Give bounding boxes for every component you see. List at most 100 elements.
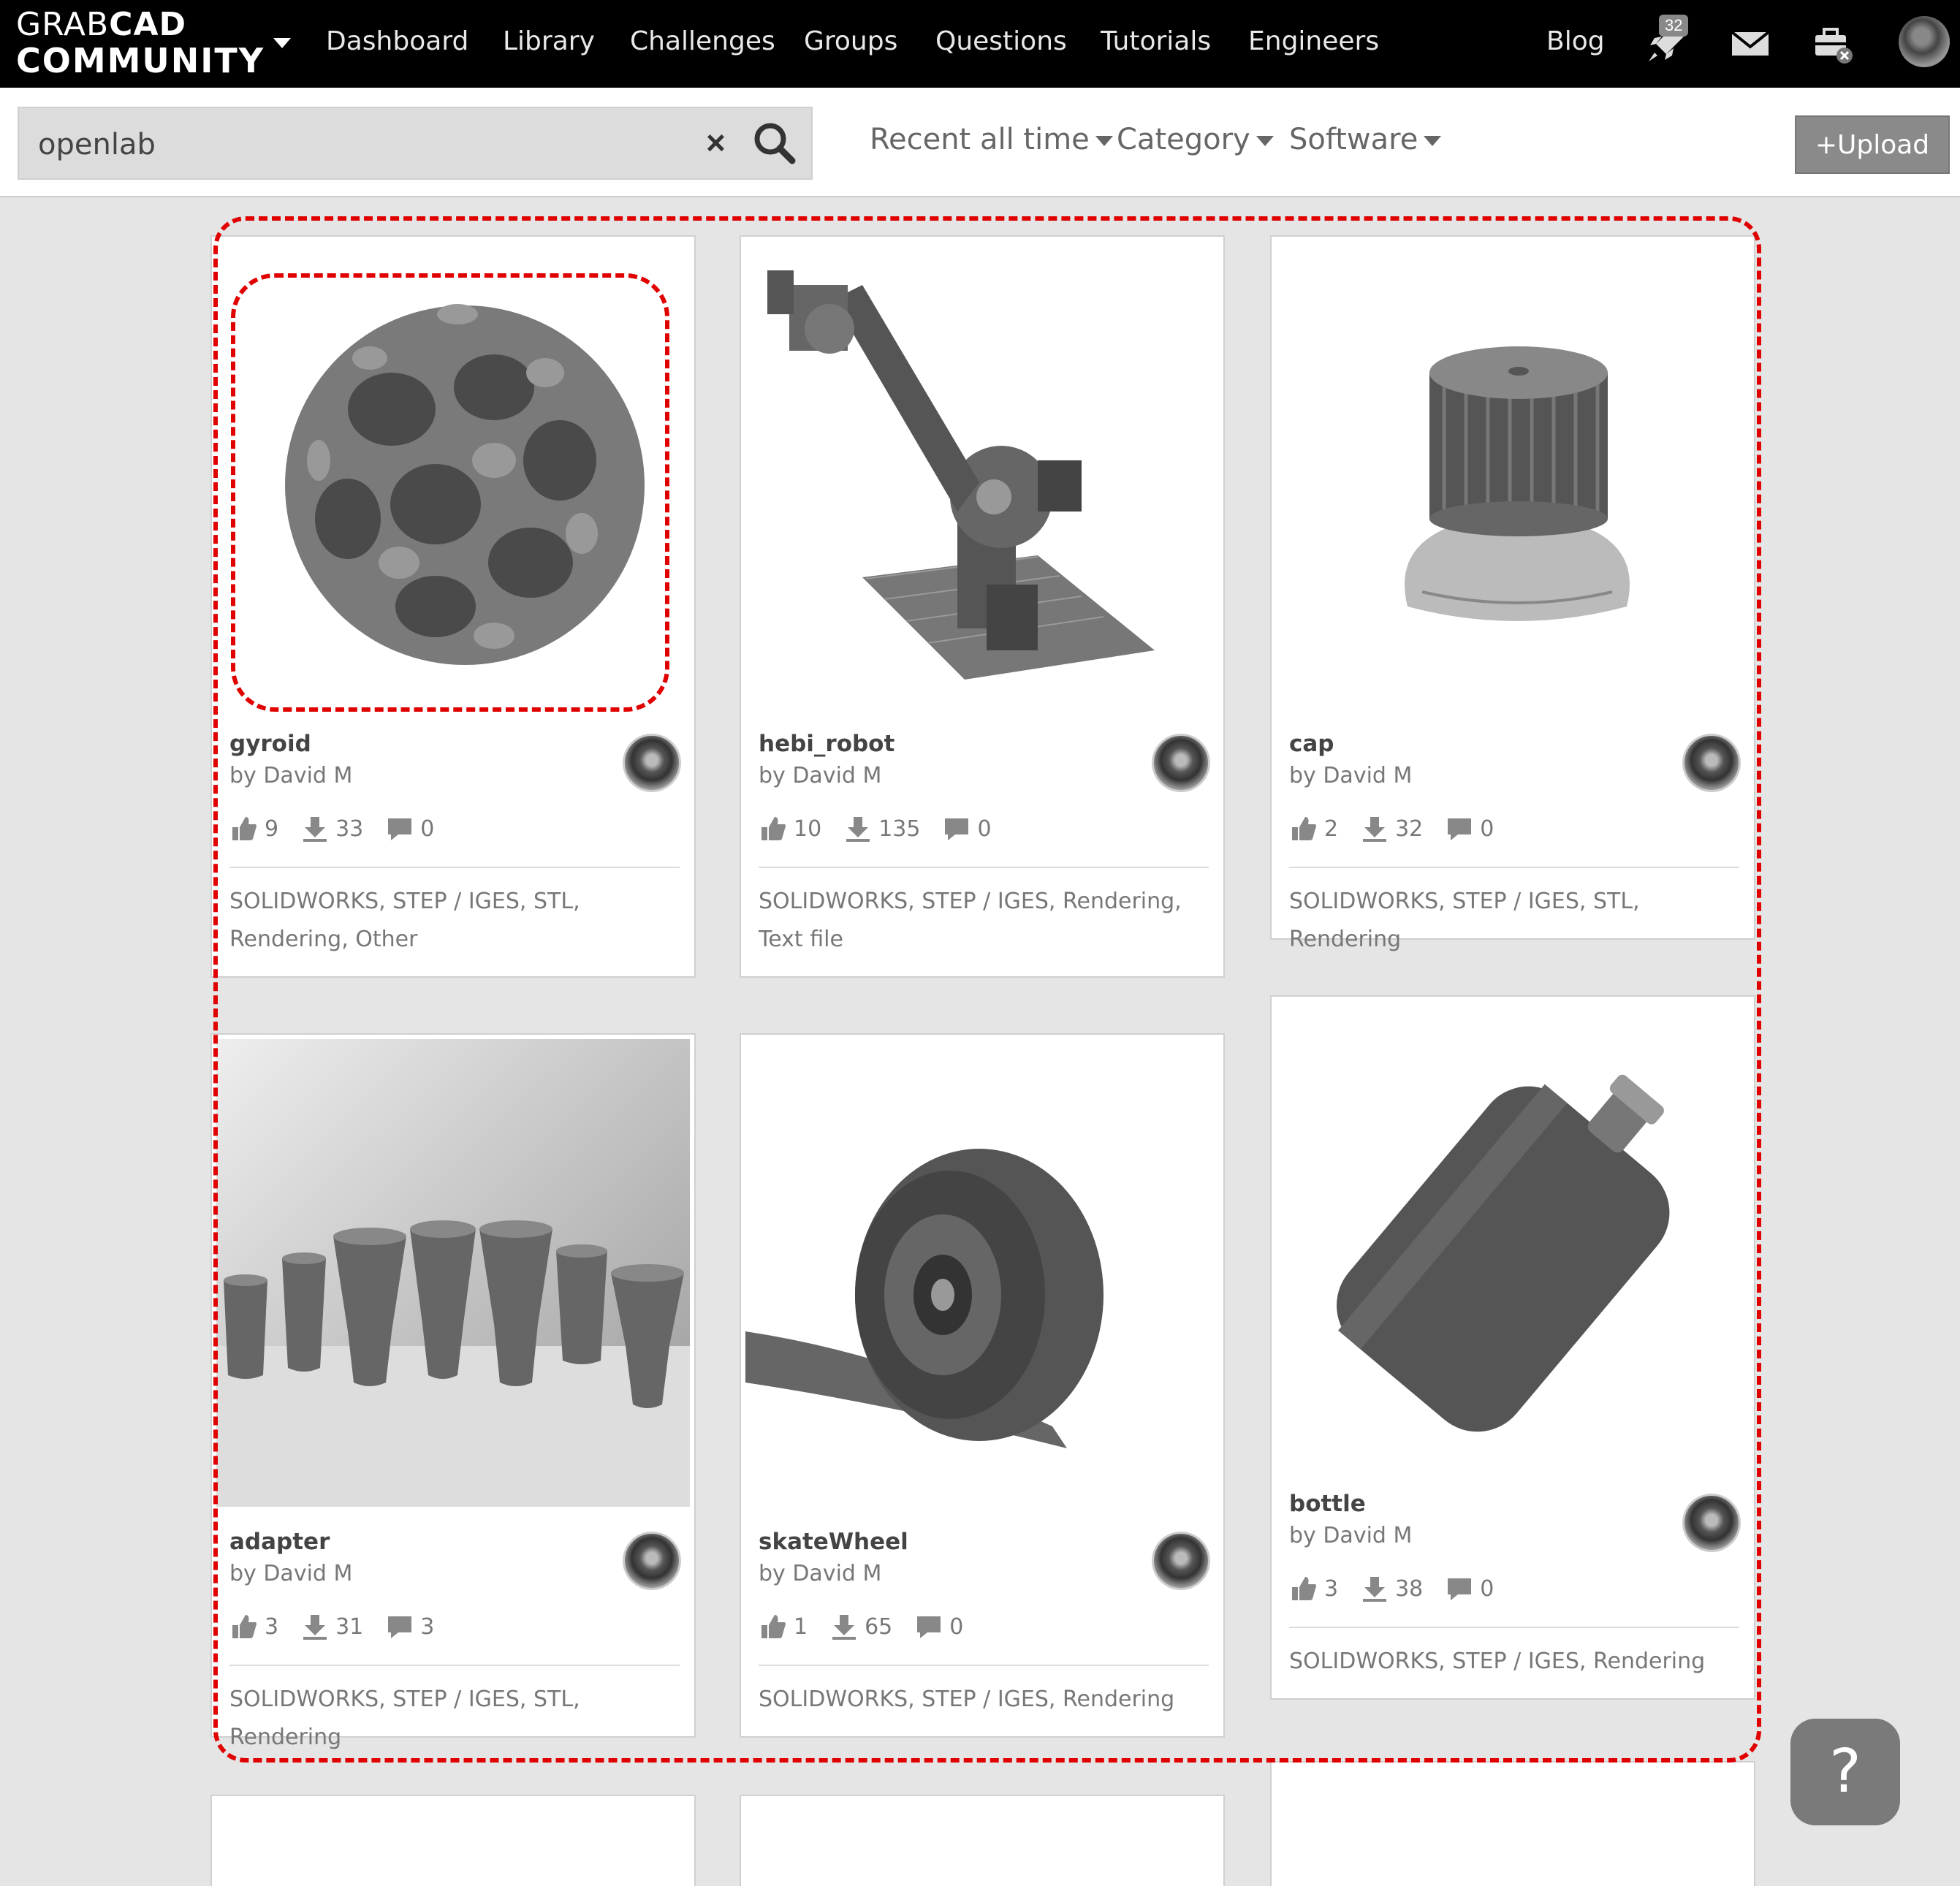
search-input[interactable]: [38, 124, 681, 165]
download-icon[interactable]: [1360, 814, 1389, 843]
model-author[interactable]: by David M: [1289, 1523, 1412, 1548]
model-thumbnail[interactable]: [1276, 1001, 1750, 1469]
help-button[interactable]: ?: [1790, 1719, 1900, 1825]
comment-icon[interactable]: [385, 1612, 414, 1641]
author-avatar[interactable]: [1152, 734, 1210, 792]
search-filter-bar: × Recent all time Category Software +Upl…: [0, 88, 1960, 197]
logo-text-cad: CAD: [109, 6, 187, 43]
downloads-count: 33: [335, 815, 364, 842]
downloads-count: 32: [1395, 815, 1424, 842]
model-card[interactable]: bottle by David M 3 38 0 SOLIDWORKS, STE…: [1270, 995, 1755, 1700]
comments-count: 0: [1480, 1575, 1494, 1602]
logo-text-community: COMMUNITY: [16, 41, 265, 80]
card-divider: [1289, 867, 1739, 868]
author-avatar[interactable]: [623, 734, 681, 792]
model-title[interactable]: hebi_robot: [759, 731, 894, 757]
model-card[interactable]: [1270, 1761, 1755, 1886]
chevron-down-icon: [1424, 136, 1442, 146]
model-stats: 3 38 0: [1289, 1574, 1516, 1603]
search-icon[interactable]: [748, 117, 801, 170]
download-icon[interactable]: [300, 814, 330, 843]
search-box: ×: [18, 107, 813, 180]
model-author[interactable]: by David M: [759, 763, 881, 788]
notification-badge: 32: [1659, 15, 1689, 37]
author-avatar[interactable]: [1682, 1494, 1741, 1552]
model-card[interactable]: gyroid by David M 9 33 0 SOLIDWORKS, STE…: [210, 235, 696, 978]
comment-icon[interactable]: [942, 814, 971, 843]
thumbs-up-icon[interactable]: [229, 814, 259, 843]
upload-button[interactable]: +Upload: [1795, 115, 1950, 174]
comment-icon[interactable]: [1445, 1574, 1474, 1603]
comment-icon[interactable]: [914, 1612, 943, 1641]
comments-count: 0: [1480, 815, 1494, 842]
nav-questions[interactable]: Questions: [935, 26, 1067, 56]
model-stats: 1 65 0: [759, 1612, 985, 1641]
model-thumbnail[interactable]: [1276, 241, 1750, 709]
briefcase-icon[interactable]: [1809, 20, 1855, 66]
model-title[interactable]: bottle: [1289, 1491, 1366, 1517]
comment-icon[interactable]: [385, 814, 414, 843]
grabcad-logo[interactable]: GRABCAD COMMUNITY: [16, 6, 265, 80]
comments-count: 3: [420, 1613, 435, 1640]
comments-count: 0: [420, 815, 435, 842]
author-avatar[interactable]: [1152, 1532, 1210, 1590]
model-author[interactable]: by David M: [1289, 763, 1412, 788]
model-author[interactable]: by David M: [229, 1561, 352, 1586]
nav-blog[interactable]: Blog: [1546, 26, 1605, 56]
model-thumbnail[interactable]: [216, 241, 690, 709]
likes-count: 3: [1324, 1575, 1339, 1602]
model-title[interactable]: skateWheel: [759, 1529, 908, 1555]
thumbs-up-icon[interactable]: [759, 1612, 788, 1641]
thumbs-up-icon[interactable]: [1289, 814, 1318, 843]
chevron-down-icon[interactable]: [273, 38, 291, 48]
model-stats: 2 32 0: [1289, 814, 1516, 843]
likes-count: 1: [794, 1613, 808, 1640]
thumbs-up-icon[interactable]: [759, 814, 788, 843]
model-title[interactable]: cap: [1289, 731, 1334, 757]
nav-groups[interactable]: Groups: [804, 26, 897, 56]
nav-engineers[interactable]: Engineers: [1248, 26, 1379, 56]
model-card[interactable]: skateWheel by David M 1 65 0 SOLIDWORKS,…: [740, 1033, 1225, 1738]
thumbs-up-icon[interactable]: [229, 1612, 259, 1641]
download-icon[interactable]: [829, 1612, 859, 1641]
card-divider: [1289, 1627, 1739, 1628]
software-tags: SOLIDWORKS, STEP / IGES, Rendering: [759, 1687, 1175, 1712]
model-thumbnail[interactable]: [745, 241, 1219, 709]
model-card[interactable]: [210, 1795, 696, 1886]
download-icon[interactable]: [300, 1612, 330, 1641]
software-tags: SOLIDWORKS, STEP / IGES, Rendering: [1289, 1649, 1706, 1674]
software-dropdown[interactable]: Software: [1289, 123, 1442, 156]
sort-dropdown[interactable]: Recent all time: [870, 123, 1113, 156]
category-dropdown[interactable]: Category: [1117, 123, 1274, 156]
model-stats: 10 135 0: [759, 814, 1014, 843]
model-card[interactable]: adapter by David M 3 31 3 SOLIDWORKS, ST…: [210, 1033, 696, 1750]
software-label: Software: [1289, 123, 1418, 156]
model-card[interactable]: cap by David M 2 32 0 SOLIDWORKS, STEP /…: [1270, 235, 1755, 952]
model-title[interactable]: adapter: [229, 1529, 330, 1555]
nav-tutorials[interactable]: Tutorials: [1101, 26, 1211, 56]
comment-icon[interactable]: [1445, 814, 1474, 843]
downloads-count: 31: [335, 1613, 364, 1640]
close-icon[interactable]: ×: [706, 123, 726, 162]
model-author[interactable]: by David M: [759, 1561, 881, 1586]
model-author[interactable]: by David M: [229, 763, 352, 788]
nav-library[interactable]: Library: [503, 26, 595, 56]
mail-icon[interactable]: [1728, 20, 1773, 66]
card-divider: [759, 1665, 1209, 1666]
download-icon[interactable]: [1360, 1574, 1389, 1603]
author-avatar[interactable]: [623, 1532, 681, 1590]
nav-dashboard[interactable]: Dashboard: [326, 26, 468, 56]
software-tags: SOLIDWORKS, STEP / IGES, STL, Rendering,…: [229, 889, 580, 952]
model-card[interactable]: [740, 1795, 1225, 1886]
model-card[interactable]: hebi_robot by David M 10 135 0 SOLIDWORK…: [740, 235, 1225, 978]
thumbs-up-icon[interactable]: [1289, 1574, 1318, 1603]
model-thumbnail[interactable]: [745, 1039, 1219, 1507]
software-tags: SOLIDWORKS, STEP / IGES, STL, Rendering: [1289, 889, 1640, 952]
model-title[interactable]: gyroid: [229, 731, 311, 757]
user-avatar[interactable]: [1899, 16, 1950, 67]
author-avatar[interactable]: [1682, 734, 1741, 792]
likes-count: 2: [1324, 815, 1339, 842]
download-icon[interactable]: [843, 814, 873, 843]
model-thumbnail[interactable]: [216, 1039, 690, 1507]
nav-challenges[interactable]: Challenges: [630, 26, 775, 56]
